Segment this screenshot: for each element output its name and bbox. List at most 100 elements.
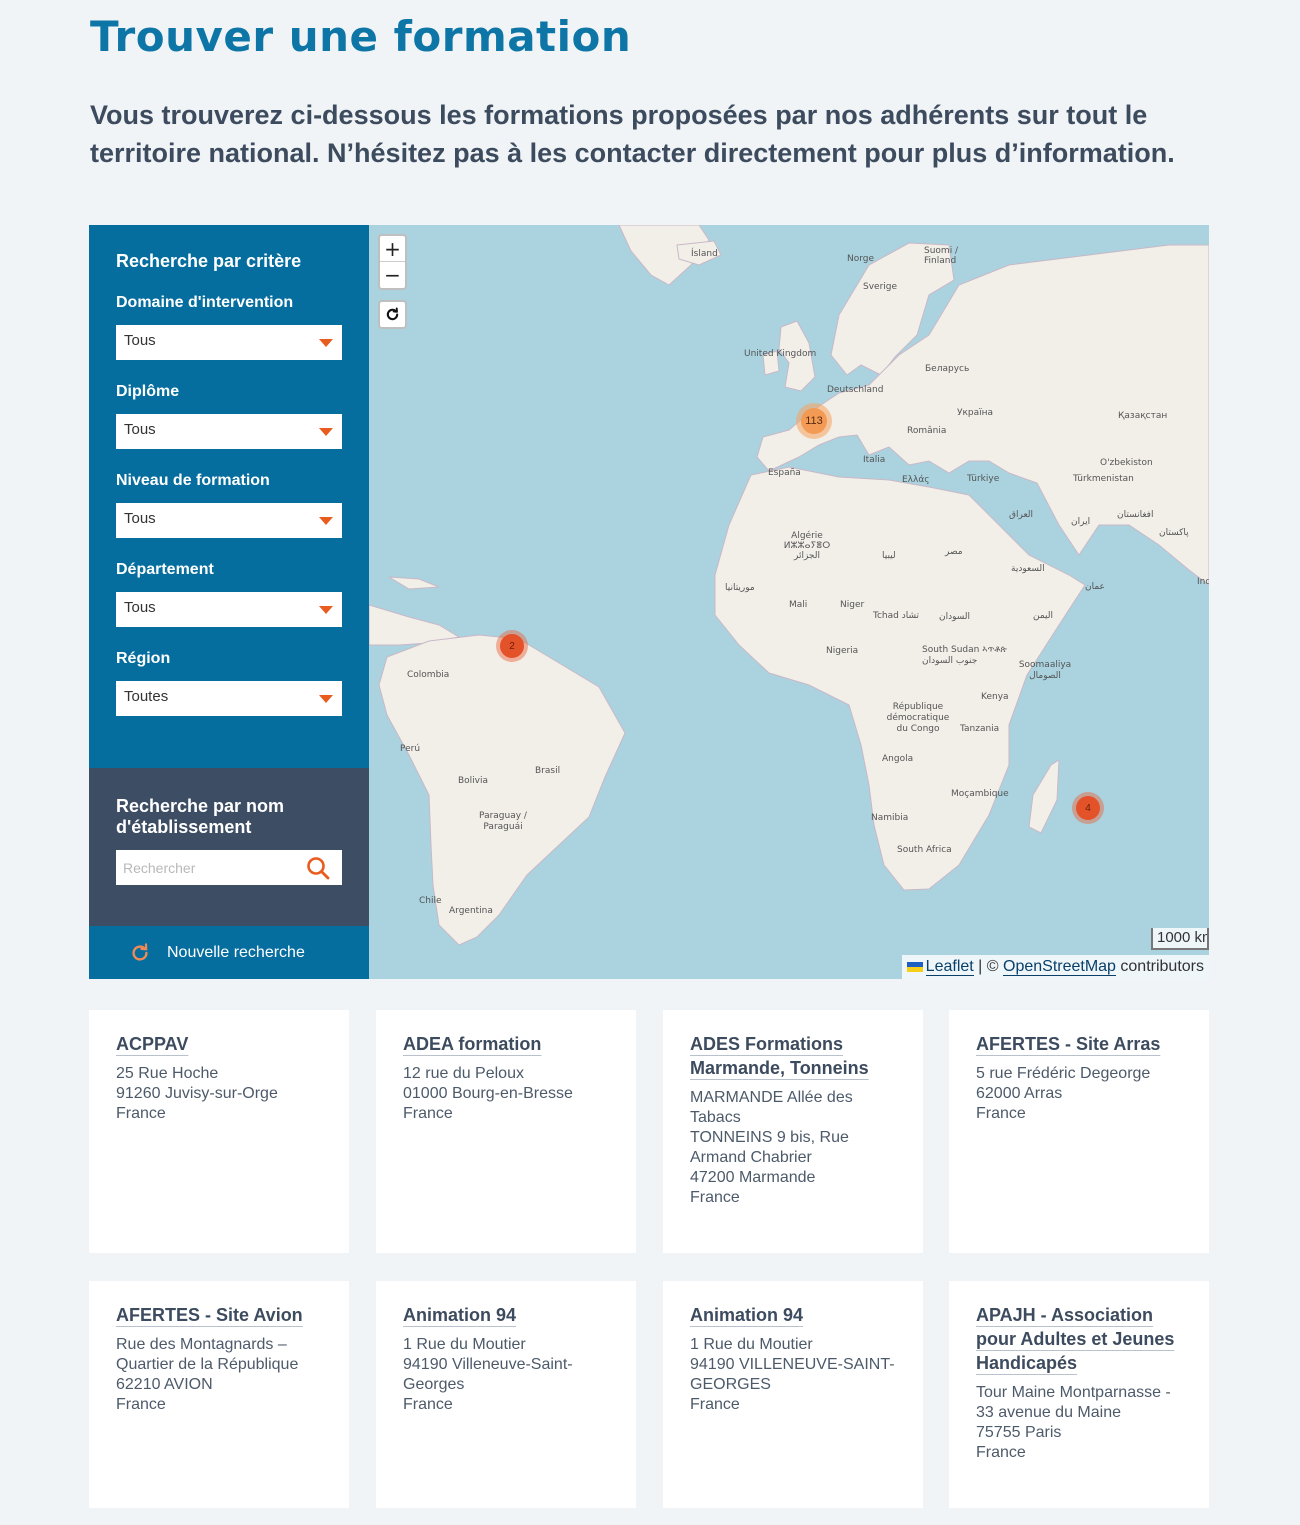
- establishment-address: 25 Rue Hoche 91260 Juvisy-sur-Orge Franc…: [116, 1064, 322, 1124]
- establishment-card: APAJH - Association pour Adultes et Jeun…: [949, 1281, 1209, 1508]
- address-line: 75755 Paris: [976, 1424, 1062, 1441]
- reset-icon: [386, 307, 399, 321]
- map-label: Chile: [419, 896, 442, 906]
- region-select[interactable]: Toutes: [116, 681, 342, 716]
- map-label: Argentina: [449, 906, 493, 916]
- address-line: France: [116, 1396, 166, 1413]
- dropdown-arrow-icon: [319, 606, 333, 614]
- criteria-panel: Recherche par critère Domaine d'interven…: [89, 225, 369, 768]
- map-label: اليمن: [1033, 611, 1054, 621]
- cluster-count: 113: [801, 408, 827, 434]
- establishment-address: Rue des Montagnards – Quartier de la Rép…: [116, 1335, 322, 1415]
- map-label: Norge: [847, 254, 875, 264]
- map-label: Colombia: [407, 670, 450, 680]
- map-label: Paraguay / Paraguái: [479, 811, 527, 832]
- department-select[interactable]: Tous: [116, 592, 342, 627]
- map-label: ليبيا: [882, 551, 896, 561]
- map-label: Algérie ⵍⵣⵣⴰⵢⴻⵔ الجزائر: [783, 531, 831, 561]
- establishment-name-link[interactable]: ACPPAV: [116, 1032, 322, 1056]
- map-label: Қазақстан: [1118, 411, 1168, 421]
- region-filter-label: Région: [116, 650, 171, 667]
- address-line: 47200 Marmande: [690, 1169, 816, 1186]
- establishment-address: 5 rue Frédéric Degeorge 62000 Arras Fran…: [976, 1064, 1182, 1124]
- map-label: España: [768, 468, 801, 478]
- establishment-address: MARMANDE Allée des Tabacs TONNEINS 9 bis…: [690, 1088, 896, 1208]
- ukraine-flag-icon: [906, 961, 923, 972]
- map-label: Ísland: [691, 249, 718, 259]
- name-search-panel: Recherche par nom d'établissement: [89, 768, 369, 926]
- establishment-name-link[interactable]: AFERTES - Site Avion: [116, 1303, 322, 1327]
- map-label: Suomi / Finland: [924, 246, 959, 266]
- map-label: Nigeria: [826, 646, 859, 656]
- reset-view-button[interactable]: [378, 300, 407, 329]
- establishment-name-link[interactable]: ADEA formation: [403, 1032, 609, 1056]
- map-label: پاکستان: [1159, 528, 1189, 538]
- address-line: 94190 VILLENEUVE-SAINT-GEORGES: [690, 1356, 895, 1393]
- zoom-in-button[interactable]: +: [380, 236, 405, 262]
- map-label: السعودية: [1011, 564, 1045, 574]
- establishment-name-link[interactable]: APAJH - Association pour Adultes et Jeun…: [976, 1303, 1182, 1375]
- level-select[interactable]: Tous: [116, 503, 342, 538]
- establishment-name-link[interactable]: ADES Formations Marmande, Tonneins: [690, 1032, 896, 1080]
- zoom-control: + −: [378, 234, 407, 290]
- address-line: France: [403, 1396, 453, 1413]
- establishment-address: 12 rue du Peloux 01000 Bourg-en-Bresse F…: [403, 1064, 609, 1124]
- marker-cluster-reunion[interactable]: 4: [1072, 792, 1104, 824]
- establishment-card: ADES Formations Marmande, Tonneins MARMA…: [663, 1010, 923, 1253]
- dropdown-arrow-icon: [319, 428, 333, 436]
- level-select-value: Tous: [124, 510, 156, 527]
- domain-filter-label: Domaine d'intervention: [116, 294, 294, 311]
- establishment-card: Animation 94 1 Rue du Moutier 94190 Vill…: [376, 1281, 636, 1508]
- map-label: Niger: [840, 600, 865, 610]
- establishment-address: 1 Rue du Moutier 94190 Villeneuve-Saint-…: [403, 1335, 609, 1415]
- map-label: Brasil: [535, 766, 561, 776]
- establishment-card: Animation 94 1 Rue du Moutier 94190 VILL…: [663, 1281, 923, 1508]
- search-icon[interactable]: [306, 856, 330, 880]
- domain-select[interactable]: Tous: [116, 325, 342, 360]
- map-label: South Africa: [897, 845, 952, 855]
- map-view[interactable]: Ísland Norge Suomi / Finland Sverige Uni…: [369, 225, 1209, 979]
- establishment-address: Tour Maine Montparnasse - 33 avenue du M…: [976, 1383, 1182, 1463]
- domain-select-value: Tous: [124, 332, 156, 349]
- marker-cluster-guiana[interactable]: 2: [496, 630, 528, 662]
- osm-link[interactable]: OpenStreetMap: [1003, 958, 1116, 976]
- establishment-name-link[interactable]: AFERTES - Site Arras: [976, 1032, 1182, 1056]
- new-search-button[interactable]: Nouvelle recherche: [89, 926, 369, 979]
- dropdown-arrow-icon: [319, 695, 333, 703]
- address-line: France: [976, 1444, 1026, 1461]
- region-select-value: Toutes: [124, 688, 169, 705]
- department-select-value: Tous: [124, 599, 156, 616]
- level-filter-label: Niveau de formation: [116, 472, 270, 489]
- refresh-icon: [132, 942, 148, 961]
- establishment-name-link[interactable]: Animation 94: [690, 1303, 896, 1327]
- search-input[interactable]: [123, 851, 303, 884]
- address-line: France: [976, 1105, 1026, 1122]
- search-sidebar: Recherche par critère Domaine d'interven…: [89, 225, 369, 979]
- zoom-out-button[interactable]: −: [380, 262, 405, 288]
- establishment-name-link[interactable]: Animation 94: [403, 1303, 609, 1327]
- map-label: Soomaaliya الصومال: [1018, 660, 1072, 681]
- diploma-select[interactable]: Tous: [116, 414, 342, 449]
- map-label: Angola: [882, 754, 914, 764]
- map-label: موريتانيا: [725, 583, 755, 593]
- address-line: 94190 Villeneuve-Saint-Georges: [403, 1356, 573, 1393]
- attribution-suffix: contributors: [1115, 958, 1204, 975]
- leaflet-link[interactable]: Leaflet: [925, 958, 974, 976]
- map-label: Italia: [863, 455, 886, 465]
- map-label: السودان: [939, 612, 971, 622]
- attribution-separator: | ©: [973, 958, 1003, 975]
- establishment-card: AFERTES - Site Arras 5 rue Frédéric Dege…: [949, 1010, 1209, 1253]
- map-label: Ind: [1197, 577, 1209, 587]
- map-label: Беларусь: [925, 364, 970, 374]
- map-label: Sverige: [863, 282, 898, 292]
- map-label: مصر: [945, 547, 963, 557]
- address-line: 91260 Juvisy-sur-Orge: [116, 1085, 278, 1102]
- diploma-select-value: Tous: [124, 421, 156, 438]
- diploma-filter-label: Diplôme: [116, 383, 180, 400]
- map-label: République démocratique du Congo: [886, 702, 950, 734]
- intro-text: Vous trouverez ci-dessous les formations…: [90, 100, 1175, 168]
- map-label: Moçambique: [951, 789, 1009, 799]
- marker-cluster-europe[interactable]: 113: [796, 403, 832, 439]
- name-search-title: Recherche par nom d'établissement: [116, 796, 285, 837]
- map-label: O'zbekiston: [1100, 458, 1153, 468]
